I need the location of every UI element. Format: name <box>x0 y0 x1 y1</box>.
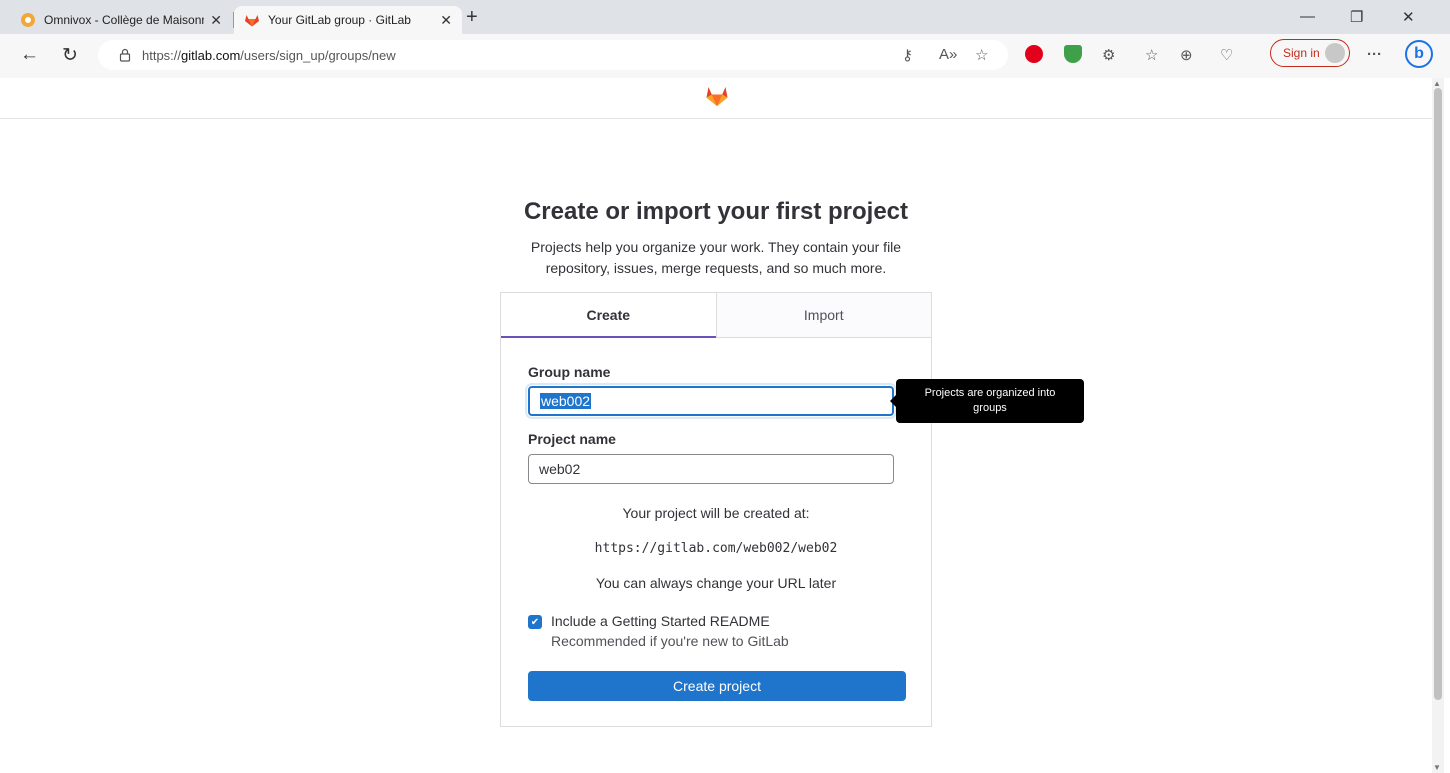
shield-extension-icon[interactable] <box>1064 45 1082 63</box>
page-subtitle: Projects help you organize your work. Th… <box>530 239 902 276</box>
lock-icon <box>119 48 131 62</box>
opera-extension-icon[interactable] <box>1025 45 1043 63</box>
url-path: /users/sign_up/groups/new <box>240 47 396 63</box>
readme-checkbox[interactable]: ✔ <box>528 615 542 629</box>
browser-tab-title: Your GitLab group · GitLab <box>268 13 411 27</box>
key-icon[interactable]: ⚷ <box>902 46 913 64</box>
favorite-star-icon[interactable]: ☆ <box>975 46 988 64</box>
favorites-icon[interactable]: ☆ <box>1145 46 1158 64</box>
gitlab-favicon-icon <box>245 15 259 27</box>
avatar <box>1325 43 1345 63</box>
tab-create[interactable]: Create <box>501 293 716 338</box>
new-tab-icon[interactable]: + <box>466 7 478 27</box>
minimize-icon[interactable]: — <box>1300 8 1315 25</box>
page-scrollbar-thumb[interactable] <box>1434 88 1442 700</box>
group-name-value: web002 <box>540 393 592 409</box>
collections-icon[interactable]: ⊕ <box>1180 46 1193 64</box>
readme-help-text: Recommended if you're new to GitLab <box>551 633 789 649</box>
browser-tab-title: Omnivox - Collège de Maisonneuve <box>44 13 204 27</box>
sign-in-button[interactable]: Sign in <box>1270 39 1350 67</box>
tab-import[interactable]: Import <box>715 293 931 338</box>
scroll-down-icon[interactable]: ▼ <box>1433 763 1441 772</box>
group-name-input[interactable]: web002 <box>528 386 894 416</box>
close-tab-icon[interactable]: ✕ <box>440 12 452 29</box>
address-bar[interactable]: https://gitlab.com/users/sign_up/groups/… <box>98 40 1008 70</box>
close-tab-icon[interactable]: ✕ <box>210 12 222 29</box>
page-title: Create or import your first project <box>523 198 909 225</box>
project-name-input[interactable]: web02 <box>528 454 894 484</box>
change-url-text: You can always change your URL later <box>595 575 837 591</box>
url-prefix: https:// <box>142 47 182 63</box>
scroll-up-icon[interactable]: ▲ <box>1433 79 1441 88</box>
project-form-card: Create Import Group name web002 Project … <box>500 292 932 727</box>
browser-essentials-icon[interactable]: ♡ <box>1220 46 1233 64</box>
created-at-text: Your project will be created at: <box>622 505 810 521</box>
extensions-icon[interactable]: ⚙ <box>1102 46 1115 64</box>
browser-tab-omnivox[interactable]: Omnivox - Collège de Maisonneuve ✕ <box>10 6 232 34</box>
more-menu-icon[interactable]: ··· <box>1367 46 1382 63</box>
project-tabs: Create Import <box>501 293 931 338</box>
group-name-label: Group name <box>528 364 611 380</box>
refresh-icon[interactable]: ↻ <box>62 44 78 67</box>
read-aloud-icon[interactable]: A» <box>939 46 957 63</box>
project-name-value: web02 <box>539 461 581 477</box>
project-url: https://gitlab.com/web002/web02 <box>594 541 838 556</box>
browser-tab-gitlab[interactable]: Your GitLab group · GitLab ✕ <box>234 6 462 34</box>
omnivox-favicon-icon <box>21 13 35 27</box>
group-tooltip: Projects are organized into groups <box>890 379 1084 423</box>
readme-checkbox-label[interactable]: Include a Getting Started README <box>551 613 770 629</box>
sign-in-label: Sign in <box>1283 46 1320 60</box>
close-window-icon[interactable]: ✕ <box>1402 8 1415 26</box>
create-project-button[interactable]: Create project <box>528 671 906 701</box>
url-host: gitlab.com <box>181 47 241 63</box>
back-icon[interactable]: ← <box>20 44 39 66</box>
project-name-label: Project name <box>528 431 616 447</box>
bing-icon[interactable]: b <box>1405 40 1433 68</box>
tab-separator <box>233 12 234 28</box>
restore-icon[interactable]: ❐ <box>1350 8 1363 26</box>
gitlab-logo-icon[interactable] <box>705 84 729 108</box>
